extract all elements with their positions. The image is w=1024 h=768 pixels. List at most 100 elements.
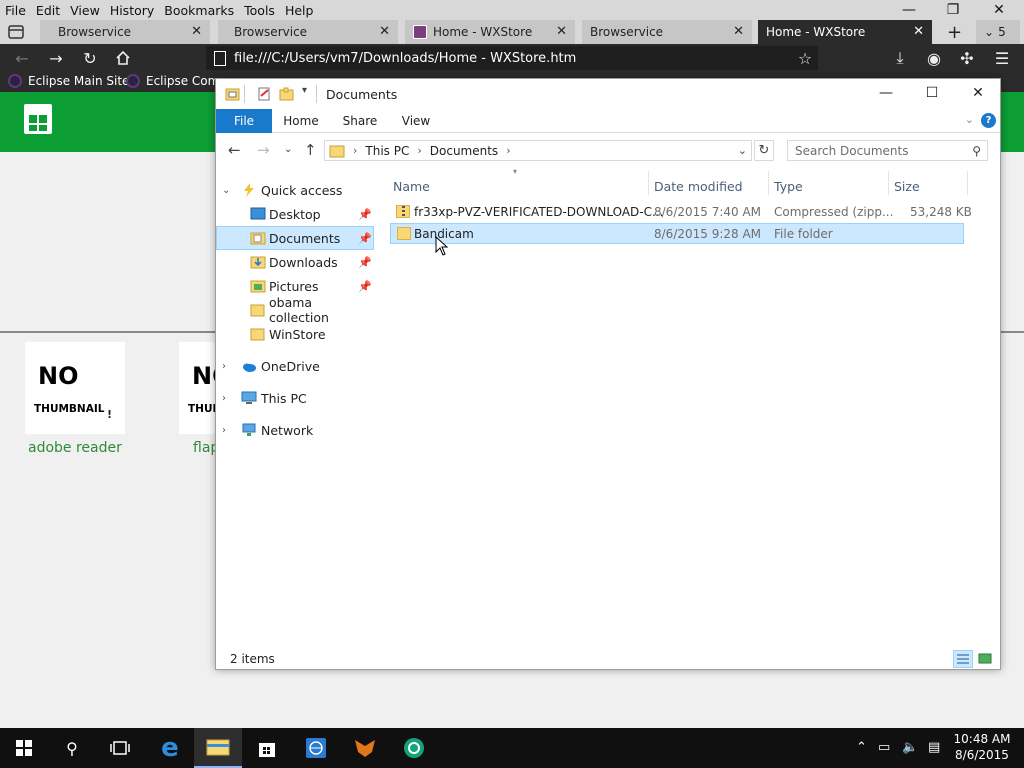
- column-separator[interactable]: [768, 171, 769, 195]
- tab-browservice-1[interactable]: Browservice ✕: [40, 20, 210, 44]
- extensions-button[interactable]: ✣: [955, 47, 979, 69]
- address-dropdown-chevron-icon[interactable]: ⌄: [738, 144, 747, 157]
- task-view-button[interactable]: [96, 728, 144, 768]
- taskbar-clock[interactable]: 10:48 AM 8/6/2015: [950, 731, 1014, 763]
- green-app-taskbar-button[interactable]: [390, 728, 438, 768]
- tab-home-wxstore-1[interactable]: Home - WXStore ✕: [405, 20, 575, 44]
- forward-arrow-icon[interactable]: →: [257, 141, 270, 159]
- column-separator[interactable]: [648, 171, 649, 195]
- tab-close-icon[interactable]: ✕: [191, 24, 202, 39]
- properties-icon[interactable]: [257, 87, 272, 101]
- bookmark-star-button[interactable]: ☆: [793, 47, 817, 69]
- recent-locations-chevron-icon[interactable]: ⌄: [284, 144, 292, 155]
- home-button[interactable]: [111, 47, 135, 69]
- forward-button[interactable]: →: [44, 47, 68, 69]
- menu-file[interactable]: File: [0, 3, 31, 18]
- tab-home-wxstore-active[interactable]: Home - WXStore ✕: [758, 20, 932, 44]
- app-label-adobe-reader[interactable]: adobe reader: [28, 440, 122, 456]
- action-center-icon[interactable]: ▤: [928, 740, 940, 755]
- url-bar[interactable]: file:///C:/Users/vm7/Downloads/Home - WX…: [206, 46, 818, 70]
- downloads-button[interactable]: ⤓: [888, 47, 912, 69]
- refresh-button[interactable]: ↻: [754, 140, 774, 161]
- nav-obama-collection[interactable]: obama collection: [216, 295, 374, 325]
- new-tab-button[interactable]: +: [938, 20, 970, 44]
- nav-downloads[interactable]: Downloads 📌: [216, 250, 374, 274]
- store-taskbar-button[interactable]: [243, 728, 291, 768]
- browser-close-button[interactable]: ✕: [976, 0, 1022, 20]
- browser-minimize-button[interactable]: —: [886, 0, 932, 20]
- column-header-date-modified[interactable]: Date modified: [654, 175, 743, 197]
- network-tray-icon[interactable]: ▭: [878, 740, 890, 755]
- app-menu-button[interactable]: ☰: [990, 47, 1014, 69]
- details-view-button[interactable]: [953, 650, 973, 668]
- internet-explorer-button[interactable]: e: [146, 728, 194, 768]
- tab-close-icon[interactable]: ✕: [379, 24, 390, 39]
- nav-quick-access[interactable]: ⌄ Quick access: [216, 178, 374, 202]
- explorer-close-button[interactable]: ✕: [955, 81, 1001, 105]
- breadcrumb-documents[interactable]: Documents: [430, 144, 498, 158]
- show-hidden-icons-chevron-icon[interactable]: ⌃: [856, 740, 867, 755]
- column-header-name[interactable]: Name: [393, 175, 430, 197]
- volume-icon[interactable]: 🔈: [902, 740, 918, 755]
- explorer-minimize-button[interactable]: —: [863, 81, 909, 105]
- column-header-type[interactable]: Type: [774, 175, 803, 197]
- nav-this-pc[interactable]: › This PC: [216, 386, 374, 410]
- expand-chevron-icon[interactable]: ›: [222, 393, 226, 404]
- account-button[interactable]: ◉: [922, 47, 946, 69]
- expand-ribbon-icon[interactable]: ⌄: [965, 113, 974, 126]
- app-thumbnail-adobe-reader[interactable]: NO THUMBNAIL !: [25, 342, 125, 434]
- nav-documents[interactable]: Documents 📌: [216, 226, 374, 250]
- pin-icon[interactable]: 📌: [358, 232, 372, 245]
- expand-chevron-icon[interactable]: ›: [222, 425, 226, 436]
- file-row[interactable]: fr33xp-PVZ-VERIFICATED-DOWNLOAD-C... 8/6…: [390, 202, 972, 223]
- tab-close-icon[interactable]: ✕: [913, 24, 924, 39]
- pin-icon[interactable]: 📌: [358, 208, 372, 221]
- back-arrow-icon[interactable]: ←: [228, 141, 241, 159]
- bookmark-eclipse-main-site[interactable]: Eclipse Main Site: [8, 74, 129, 88]
- column-separator[interactable]: [967, 171, 968, 195]
- nav-onedrive[interactable]: › OneDrive: [216, 354, 374, 378]
- menu-help[interactable]: Help: [280, 3, 319, 18]
- folder-properties-icon[interactable]: [225, 87, 240, 101]
- help-icon[interactable]: ?: [981, 113, 996, 128]
- tab-count-button[interactable]: ⌄ 5: [976, 20, 1020, 44]
- search-taskbar-button[interactable]: ⚲: [48, 728, 96, 768]
- menu-view[interactable]: View: [65, 3, 105, 18]
- file-explorer-taskbar-button[interactable]: [194, 728, 242, 768]
- tab-close-icon[interactable]: ✕: [556, 24, 567, 39]
- nav-winstore[interactable]: WinStore: [216, 322, 374, 346]
- tab-close-icon[interactable]: ✕: [733, 24, 744, 39]
- large-icons-view-button[interactable]: [976, 650, 996, 668]
- metamask-taskbar-button[interactable]: [341, 728, 389, 768]
- start-button[interactable]: [0, 728, 48, 768]
- new-folder-icon[interactable]: [279, 87, 294, 101]
- column-separator[interactable]: [888, 171, 889, 195]
- back-button[interactable]: ←: [10, 47, 34, 69]
- ribbon-tab-share[interactable]: Share: [336, 109, 384, 133]
- tab-browservice-3[interactable]: Browservice ✕: [582, 20, 752, 44]
- menu-history[interactable]: History: [105, 3, 159, 18]
- address-bar[interactable]: › This PC › Documents › ⌄: [324, 140, 752, 161]
- reload-button[interactable]: ↻: [78, 47, 102, 69]
- ribbon-tab-file[interactable]: File: [216, 109, 272, 133]
- tab-list-button[interactable]: [0, 20, 34, 44]
- menu-edit[interactable]: Edit: [31, 3, 65, 18]
- collapse-chevron-icon[interactable]: ⌄: [222, 185, 230, 196]
- browser-restore-button[interactable]: ❐: [930, 0, 976, 20]
- file-row-selected[interactable]: Bandicam 8/6/2015 9:28 AM File folder: [390, 223, 964, 244]
- search-box[interactable]: Search Documents ⚲: [787, 140, 988, 161]
- expand-chevron-icon[interactable]: ›: [222, 361, 226, 372]
- tab-browservice-2[interactable]: Browservice ✕: [218, 20, 398, 44]
- column-header-size[interactable]: Size: [894, 175, 920, 197]
- menu-tools[interactable]: Tools: [239, 3, 280, 18]
- pin-icon[interactable]: 📌: [358, 280, 372, 293]
- ribbon-tab-home[interactable]: Home: [278, 109, 324, 133]
- pin-icon[interactable]: 📌: [358, 256, 372, 269]
- customize-toolbar-chevron-icon[interactable]: ▾: [302, 85, 307, 96]
- menu-bookmarks[interactable]: Bookmarks: [159, 3, 239, 18]
- browser-taskbar-button[interactable]: [292, 728, 340, 768]
- explorer-maximize-button[interactable]: ☐: [909, 81, 955, 105]
- explorer-titlebar[interactable]: ▾ Documents — ☐ ✕: [216, 79, 1000, 109]
- nav-network[interactable]: › Network: [216, 418, 374, 442]
- nav-desktop[interactable]: Desktop 📌: [216, 202, 374, 226]
